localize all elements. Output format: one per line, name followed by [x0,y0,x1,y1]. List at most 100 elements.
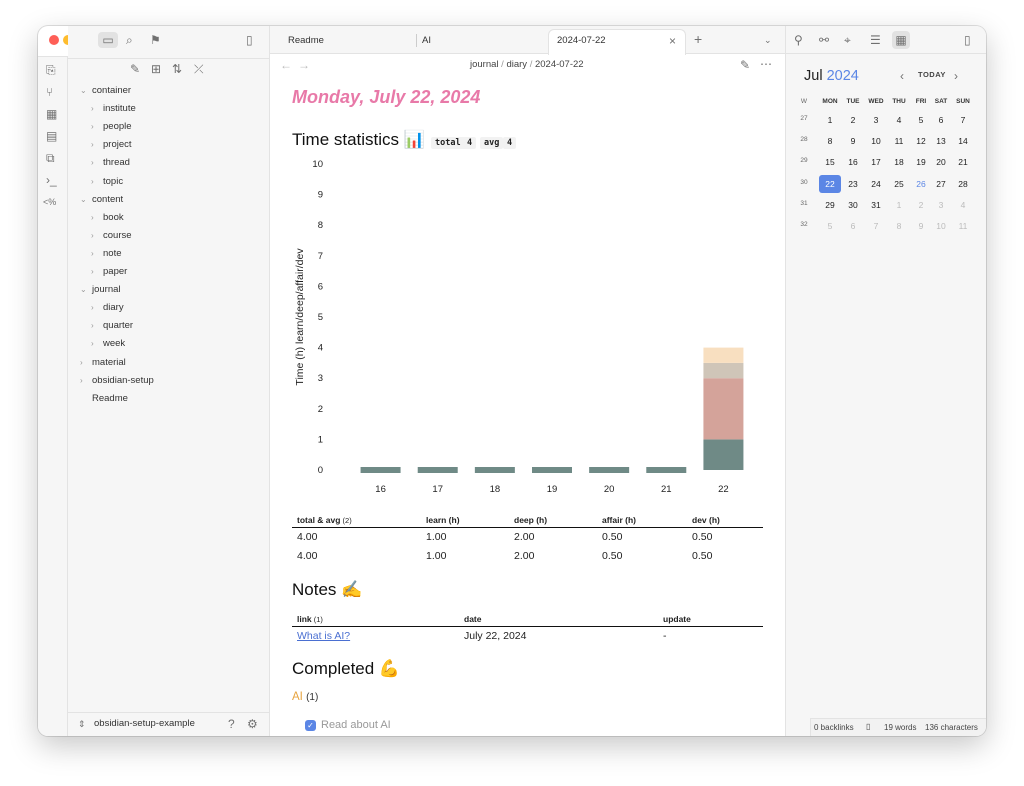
sidebar-toggle-icon[interactable]: ▯ [246,33,253,47]
chevron-right-icon[interactable]: › [91,120,94,134]
calendar-day[interactable]: 4 [888,113,910,127]
calendar-day[interactable]: 9 [842,134,864,148]
edit-pencil-icon[interactable]: ✎ [740,58,750,72]
breadcrumb-journal[interactable]: journal [470,59,499,70]
chevron-right-icon[interactable]: › [80,356,83,370]
settings-gear-icon[interactable]: ⚙ [247,717,258,731]
chevron-right-icon[interactable]: › [91,229,94,243]
table-header[interactable]: total & avg (2) [292,513,421,528]
daily-note-icon[interactable]: ▤ [46,129,57,143]
bookmark-icon[interactable]: ⚑ [150,33,161,47]
calendar-day[interactable]: 18 [888,155,910,169]
tab-2024-07-22[interactable]: 2024-07-22 [557,34,606,48]
close-window-button[interactable] [49,35,59,45]
folder-item[interactable]: people [103,120,132,134]
sidebar-toggle-icon[interactable]: ▯ [964,33,971,47]
breadcrumb-diary[interactable]: diary [506,59,527,70]
forward-arrow-icon[interactable]: → [298,58,310,72]
chevron-down-icon[interactable]: ⌄ [80,283,87,297]
breadcrumb-current[interactable]: 2024-07-22 [535,59,584,70]
calendar-day[interactable]: 3 [865,113,887,127]
completed-group-link[interactable]: AI [292,691,303,703]
calendar-day[interactable]: 15 [819,155,841,169]
calendar-icon[interactable]: ▦ [892,31,910,49]
calendar-day[interactable]: 21 [952,155,974,169]
folder-item[interactable]: thread [103,156,130,170]
reading-icon[interactable]: ▯ [866,722,870,731]
calendar-day[interactable]: 25 [888,177,910,191]
calendar-week-number[interactable]: 31 [795,200,813,207]
calendar-day[interactable]: 1 [888,198,910,212]
back-arrow-icon[interactable]: ← [280,58,292,72]
folder-item[interactable]: paper [103,265,127,279]
task-checkbox[interactable]: ✓ [305,720,316,731]
calendar-day[interactable]: 9 [910,219,932,233]
table-header[interactable]: deep (h) [509,513,597,528]
backlinks-icon[interactable]: ⚲ [794,33,803,47]
new-folder-icon[interactable]: ⊞ [151,62,161,76]
vault-chevron-icon[interactable]: ⇕ [78,717,86,731]
file-item[interactable]: Readme [92,392,128,406]
calendar-week-number[interactable]: 28 [795,136,813,143]
calendar-day[interactable]: 4 [952,198,974,212]
table-cell[interactable]: What is AI? [292,627,459,646]
folder-item[interactable]: note [103,247,122,261]
sort-icon[interactable]: ⇅ [172,62,182,76]
calendar-week-number[interactable]: 32 [795,221,813,228]
chevron-right-icon[interactable]: › [80,374,83,388]
today-button[interactable]: TODAY [918,70,946,79]
new-note-icon[interactable]: ✎ [130,62,140,76]
outgoing-links-icon[interactable]: ⚯ [819,33,829,47]
chevron-right-icon[interactable]: › [91,138,94,152]
tags-icon[interactable]: ⌖ [844,33,851,47]
calendar-day[interactable]: 31 [865,198,887,212]
canvas-icon[interactable]: ▦ [46,107,57,121]
chevron-left-icon[interactable]: ‹ [900,69,904,83]
more-options-icon[interactable]: ⋯ [760,57,772,71]
chevron-right-icon[interactable]: › [91,301,94,315]
new-note-icon[interactable]: ⎘ [46,63,56,77]
calendar-day[interactable]: 2 [842,113,864,127]
tab-ai[interactable]: AI [422,34,431,48]
calendar-day[interactable]: 27 [930,177,952,191]
folder-item[interactable]: content [92,193,123,207]
new-tab-icon[interactable]: + [694,32,702,46]
table-header[interactable]: learn (h) [421,513,509,528]
calendar-day[interactable]: 12 [910,134,932,148]
command-icon[interactable]: ›_ [46,173,57,187]
calendar-day[interactable]: 6 [842,219,864,233]
calendar-day[interactable]: 28 [952,177,974,191]
folder-item[interactable]: diary [103,301,124,315]
calendar-day[interactable]: 10 [865,134,887,148]
calendar-day[interactable]: 2 [910,198,932,212]
calendar-day[interactable]: 7 [952,113,974,127]
tab-readme[interactable]: Readme [288,34,324,48]
help-icon[interactable]: ? [228,717,235,731]
calendar-day[interactable]: 14 [952,134,974,148]
graph-icon[interactable]: ⑂ [46,85,53,99]
calendar-day[interactable]: 26 [910,177,932,191]
calendar-day[interactable]: 8 [819,134,841,148]
folder-item[interactable]: topic [103,175,123,189]
calendar-day[interactable]: 16 [842,155,864,169]
table-header[interactable]: update [658,612,763,627]
calendar-day[interactable]: 3 [930,198,952,212]
calendar-week-number[interactable]: 29 [795,157,813,164]
calendar-day[interactable]: 5 [819,219,841,233]
chevron-right-icon[interactable]: › [954,69,958,83]
calendar-day[interactable]: 23 [842,177,864,191]
chevron-right-icon[interactable]: › [91,211,94,225]
calendar-day[interactable]: 8 [888,219,910,233]
tab-list-icon[interactable]: ⌄ [764,33,772,47]
chevron-right-icon[interactable]: › [91,156,94,170]
folder-item[interactable]: week [103,337,125,351]
folder-icon[interactable]: ▭ [98,32,118,48]
search-icon[interactable]: ⌕ [126,33,133,47]
outline-icon[interactable]: ☰ [870,33,881,47]
calendar-day[interactable]: 13 [930,134,952,148]
calendar-day[interactable]: 19 [910,155,932,169]
calendar-day[interactable]: 11 [888,134,910,148]
calendar-day[interactable]: 22 [819,174,841,193]
folder-item[interactable]: course [103,229,132,243]
folder-item[interactable]: project [103,138,132,152]
